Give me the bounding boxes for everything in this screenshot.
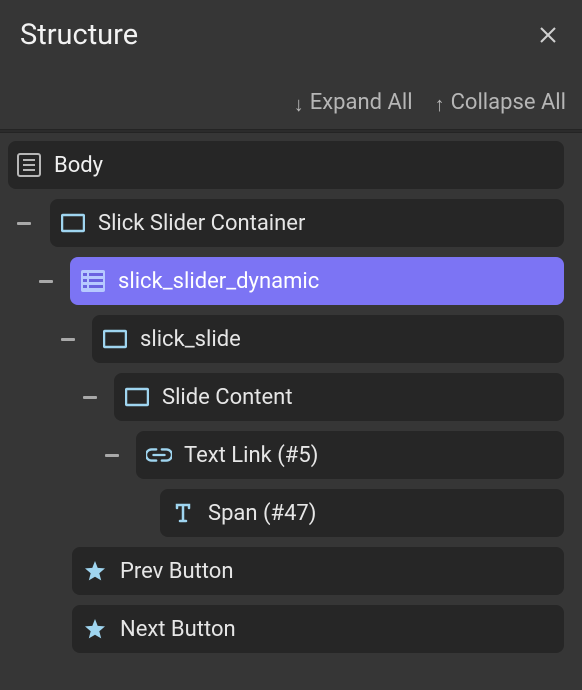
tree-label: Slide Content — [162, 385, 293, 410]
tree-label: Slick Slider Container — [98, 211, 305, 236]
container-icon — [60, 210, 86, 236]
collapse-all-label: Collapse All — [451, 90, 566, 115]
star-icon — [82, 558, 108, 584]
tree-row-slide-content[interactable]: Slide Content — [8, 373, 574, 421]
tree-row-slick-slide[interactable]: slick_slide — [8, 315, 574, 363]
panel-actions: ↓ Expand All ↑ Collapse All — [0, 62, 582, 129]
close-icon — [538, 25, 558, 45]
expand-all-label: Expand All — [310, 90, 413, 115]
text-icon — [170, 500, 196, 526]
body-icon — [16, 152, 42, 178]
collapse-toggle[interactable] — [12, 211, 36, 235]
tree-label: Prev Button — [120, 559, 233, 584]
collapse-toggle[interactable] — [78, 385, 102, 409]
tree-label: Body — [54, 153, 103, 178]
tree-row-next-button[interactable]: Next Button — [8, 605, 574, 653]
tree-row-slider-container[interactable]: Slick Slider Container — [8, 199, 574, 247]
arrow-down-icon: ↓ — [294, 94, 304, 114]
star-icon — [82, 616, 108, 642]
tree-row-slider-dynamic[interactable]: slick_slider_dynamic — [8, 257, 574, 305]
tree-row-span[interactable]: Span (#47) — [8, 489, 574, 537]
tree-label: slick_slider_dynamic — [118, 269, 319, 294]
list-icon — [80, 268, 106, 294]
panel-header: Structure — [0, 0, 582, 62]
container-icon — [102, 326, 128, 352]
tree-row-text-link[interactable]: Text Link (#5) — [8, 431, 574, 479]
structure-tree: Body Slick Slider Container — [0, 133, 582, 690]
close-button[interactable] — [536, 23, 560, 47]
tree-label: Span (#47) — [208, 501, 316, 526]
panel-title: Structure — [20, 18, 138, 52]
tree-row-prev-button[interactable]: Prev Button — [8, 547, 574, 595]
collapse-all-button[interactable]: ↑ Collapse All — [435, 90, 566, 115]
collapse-toggle[interactable] — [34, 269, 58, 293]
tree-row-body[interactable]: Body — [8, 141, 574, 189]
tree-label: Text Link (#5) — [184, 443, 318, 468]
collapse-toggle[interactable] — [56, 327, 80, 351]
collapse-toggle[interactable] — [100, 443, 124, 467]
tree-label: slick_slide — [140, 327, 241, 352]
container-icon — [124, 384, 150, 410]
arrow-up-icon: ↑ — [435, 94, 445, 114]
structure-panel: Structure ↓ Expand All ↑ Collapse All — [0, 0, 582, 690]
link-icon — [146, 442, 172, 468]
expand-all-button[interactable]: ↓ Expand All — [294, 90, 413, 115]
tree-label: Next Button — [120, 617, 236, 642]
